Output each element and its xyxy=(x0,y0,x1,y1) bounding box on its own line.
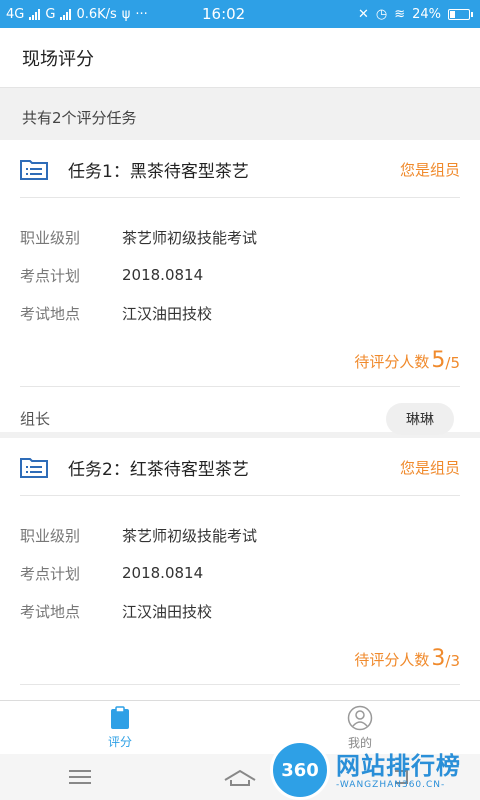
status-bar: 4G G 0.6K/s ψ ··· 16:02 ✕ ◷ ≋ 24% xyxy=(0,0,480,28)
field-value: 茶艺师初级技能考试 xyxy=(122,228,258,247)
signal-icon-2 xyxy=(60,8,72,20)
leader-label: 组长 xyxy=(20,410,51,428)
pending-number: 5 xyxy=(431,348,446,373)
tab-label: 评分 xyxy=(107,734,132,749)
watermark: 360 网站排行榜 -WANGZHAN360.CN- xyxy=(270,740,480,800)
menu-icon xyxy=(69,770,91,784)
tab-score[interactable]: 评分 xyxy=(0,701,240,754)
leader-chip[interactable]: 琳琳 xyxy=(386,402,454,435)
field-label: 职业级别 xyxy=(20,526,81,545)
clock: 16:02 xyxy=(202,5,246,23)
network-speed: 0.6K/s xyxy=(76,6,117,22)
field-value: 江汉油田技校 xyxy=(122,602,213,621)
pending-count: 待评分人数 3 /3 xyxy=(0,630,480,671)
document-list-icon xyxy=(20,458,48,478)
network-type-left: 4G xyxy=(6,6,25,22)
watermark-text: 网站排行榜 xyxy=(336,752,461,780)
pending-total: /3 xyxy=(445,652,460,670)
field-label: 考试地点 xyxy=(20,304,81,323)
task-card-header: 任务2：红茶待客型茶艺 您是组员 xyxy=(0,438,480,496)
divider xyxy=(20,495,460,496)
field-value: 2018.0814 xyxy=(122,564,204,582)
role-label: 您是组员 xyxy=(399,160,460,179)
pending-total: /5 xyxy=(445,354,460,372)
field-label: 考试地点 xyxy=(20,602,81,621)
watermark-url: -WANGZHAN360.CN- xyxy=(336,780,446,790)
field-row-plan: 考点计划 2018.0814 xyxy=(20,256,460,294)
menu-button[interactable] xyxy=(0,769,160,785)
page-title: 现场评分 xyxy=(22,48,94,70)
watermark-badge: 360 xyxy=(270,740,330,800)
field-value: 茶艺师初级技能考试 xyxy=(122,526,258,545)
document-list-icon xyxy=(20,160,48,180)
battery-icon xyxy=(448,8,473,20)
task-title: 任务2：红茶待客型茶艺 xyxy=(68,459,249,480)
field-row-location: 考试地点 江汉油田技校 xyxy=(20,294,460,332)
mute-icon: ✕ xyxy=(357,6,369,22)
pending-label: 待评分人数 xyxy=(354,353,430,371)
task-card-2[interactable]: 任务2：红茶待客型茶艺 您是组员 职业级别 茶艺师初级技能考试 考点计划 201… xyxy=(0,438,480,700)
task-card-1[interactable]: 任务1：黑茶待客型茶艺 您是组员 职业级别 茶艺师初级技能考试 考点计划 201… xyxy=(0,140,480,435)
field-label: 考点计划 xyxy=(20,266,81,285)
wifi-icon: ≋ xyxy=(394,6,406,22)
user-icon xyxy=(347,705,373,730)
field-row-location: 考试地点 江汉油田技校 xyxy=(20,592,460,630)
more-notifications: ··· xyxy=(135,6,148,22)
network-type-right: G xyxy=(45,6,56,22)
divider xyxy=(20,197,460,198)
task-card-header: 任务1：黑茶待客型茶艺 您是组员 xyxy=(0,140,480,198)
page-title-bar: 现场评分 xyxy=(0,28,480,88)
battery-percent: 24% xyxy=(412,6,441,22)
task-count: 共有2个评分任务 xyxy=(22,108,137,127)
field-row-level: 职业级别 茶艺师初级技能考试 xyxy=(20,218,460,256)
field-row-level: 职业级别 茶艺师初级技能考试 xyxy=(20,516,460,554)
role-label: 您是组员 xyxy=(399,458,460,477)
pending-count: 待评分人数 5 /5 xyxy=(0,332,480,373)
home-icon xyxy=(224,769,256,786)
field-value: 江汉油田技校 xyxy=(122,304,213,323)
clipboard-icon xyxy=(111,705,129,729)
field-label: 职业级别 xyxy=(20,228,81,247)
field-value: 2018.0814 xyxy=(122,266,204,284)
field-label: 考点计划 xyxy=(20,564,81,583)
task-title: 任务1：黑茶待客型茶艺 xyxy=(68,161,249,182)
field-row-plan: 考点计划 2018.0814 xyxy=(20,554,460,592)
usb-icon: ψ xyxy=(121,6,131,22)
leader-row: 组长 琳琳 xyxy=(20,684,460,700)
pending-label: 待评分人数 xyxy=(354,651,430,669)
alarm-icon: ◷ xyxy=(375,6,388,22)
pending-number: 3 xyxy=(431,646,446,671)
signal-icon xyxy=(29,8,41,20)
